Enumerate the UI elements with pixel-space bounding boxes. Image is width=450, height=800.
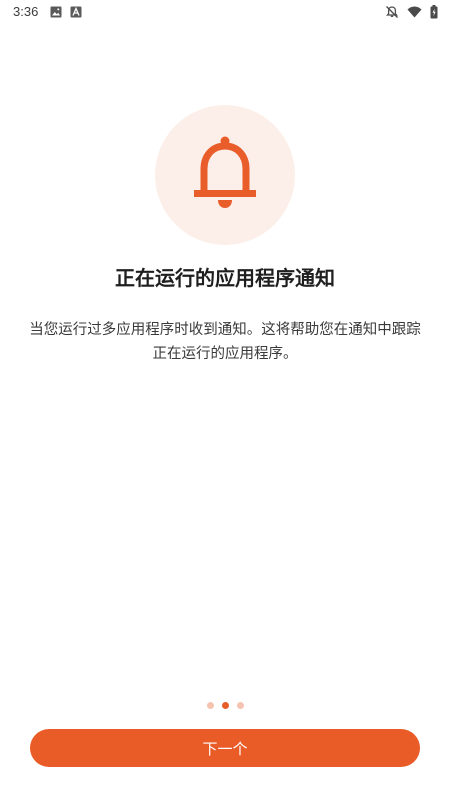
page-dot-2-active bbox=[221, 702, 229, 709]
battery-charging-icon bbox=[430, 5, 438, 19]
status-left-icons bbox=[50, 6, 82, 18]
notifications-off-icon bbox=[385, 5, 399, 19]
hero-icon-circle bbox=[155, 105, 295, 245]
page-dot-1 bbox=[206, 702, 214, 709]
status-time: 3:36 bbox=[13, 4, 39, 19]
status-bar: 3:36 bbox=[0, 0, 450, 26]
page-indicator bbox=[0, 702, 450, 709]
page-dot-3 bbox=[236, 702, 244, 709]
image-icon bbox=[50, 6, 62, 18]
onboarding-screen: 3:36 正在运行的应用程序通知 当您运行过多应用程序时收到通知。这将帮助您在通… bbox=[0, 0, 450, 800]
a-app-icon bbox=[70, 6, 82, 18]
next-button[interactable]: 下一个 bbox=[30, 729, 420, 767]
bell-icon bbox=[192, 135, 258, 215]
next-button-label: 下一个 bbox=[202, 739, 248, 758]
status-right-icons bbox=[385, 5, 438, 19]
page-description: 当您运行过多应用程序时收到通知。这将帮助您在通知中跟踪正在运行的应用程序。 bbox=[29, 322, 421, 362]
wifi-icon bbox=[407, 6, 422, 18]
page-title: 正在运行的应用程序通知 bbox=[115, 266, 335, 290]
